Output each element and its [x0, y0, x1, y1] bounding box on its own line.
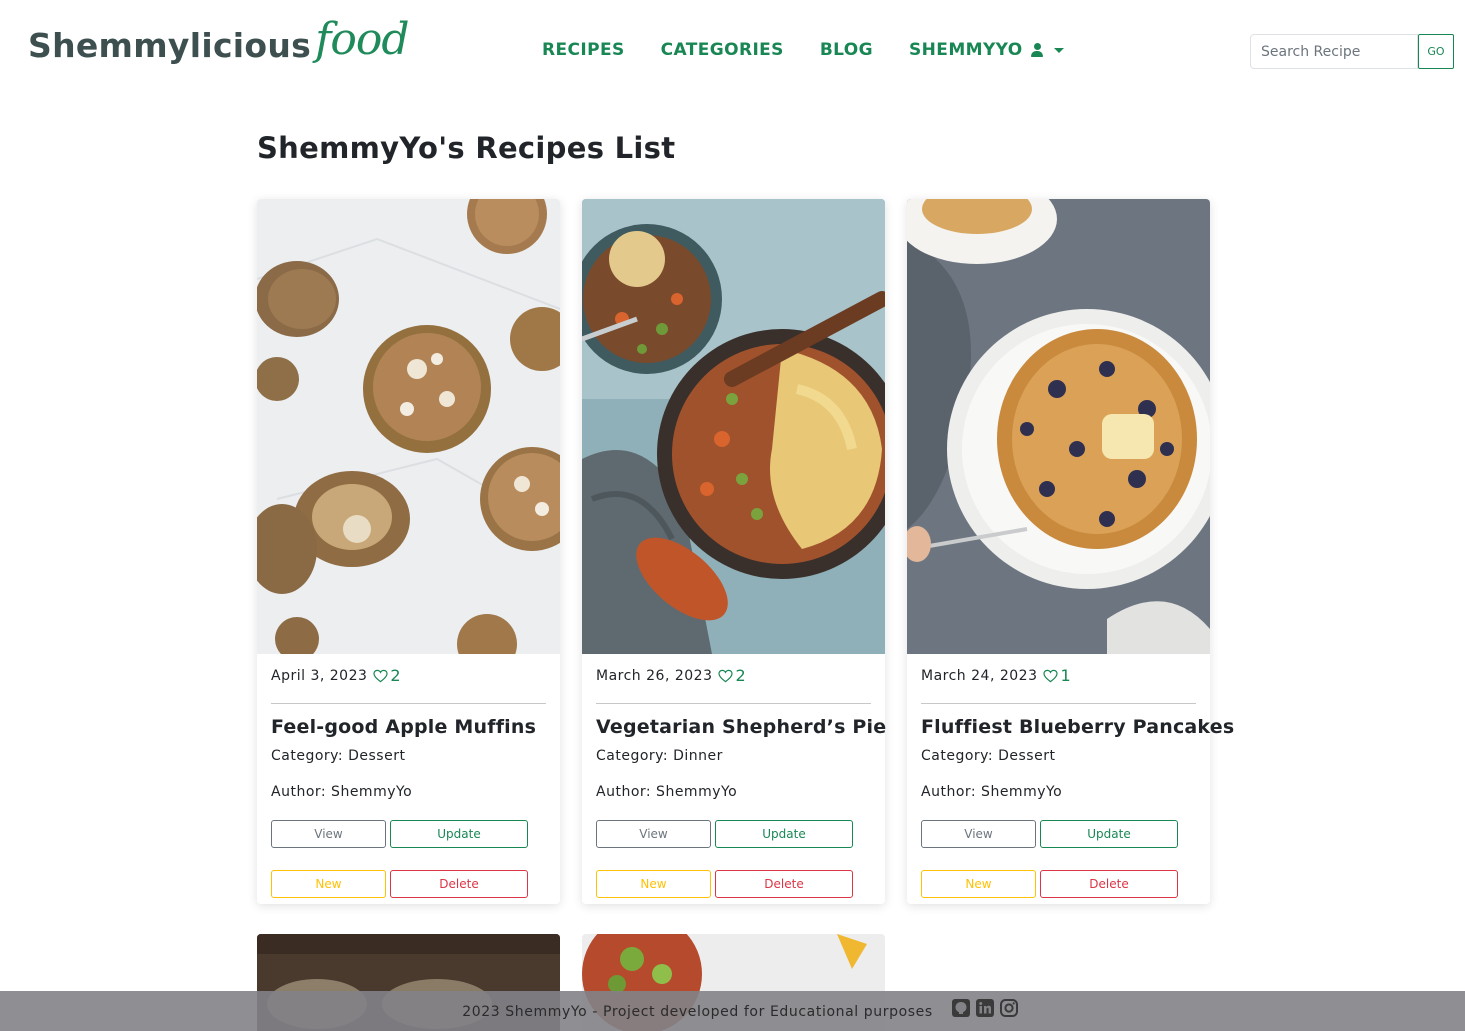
recipe-image-pancakes[interactable] — [907, 199, 1210, 654]
nav-categories[interactable]: CATEGORIES — [661, 40, 784, 60]
recipe-card: April 3, 2023 2 Feel-good Apple Muffins … — [257, 199, 560, 904]
brand-script: food — [315, 14, 409, 65]
update-button[interactable]: Update — [715, 820, 853, 848]
view-button[interactable]: View — [271, 820, 386, 848]
view-button[interactable]: View — [596, 820, 711, 848]
instagram-icon[interactable] — [999, 998, 1019, 1018]
recipe-title[interactable]: Vegetarian Shepherd’s Pie — [596, 716, 886, 738]
nav-user-dropdown[interactable]: SHEMMYYO — [909, 40, 1064, 60]
recipe-meta: March 24, 2023 1 — [921, 666, 1071, 685]
search-go-button[interactable]: GO — [1418, 34, 1454, 69]
page-title: ShemmyYo's Recipes List — [257, 131, 676, 165]
divider — [921, 703, 1196, 704]
search-input[interactable] — [1250, 34, 1418, 69]
heart-icon — [1043, 669, 1059, 682]
heart-icon — [373, 669, 389, 682]
delete-button[interactable]: Delete — [715, 870, 853, 898]
caret-down-icon — [1053, 47, 1064, 53]
view-button[interactable]: View — [921, 820, 1036, 848]
footer: 2023 ShemmyYo - Project developed for Ed… — [0, 991, 1465, 1031]
divider — [596, 703, 871, 704]
recipe-meta: March 26, 2023 2 — [596, 666, 746, 685]
likes[interactable]: 1 — [1043, 666, 1071, 685]
likes-count: 2 — [390, 666, 402, 685]
new-button[interactable]: New — [596, 870, 711, 898]
recipe-meta: April 3, 2023 2 — [271, 666, 401, 685]
recipe-title[interactable]: Feel-good Apple Muffins — [271, 716, 536, 738]
delete-button[interactable]: Delete — [390, 870, 528, 898]
new-button[interactable]: New — [921, 870, 1036, 898]
update-button[interactable]: Update — [1040, 820, 1178, 848]
likes-count: 1 — [1060, 666, 1072, 685]
nav-blog[interactable]: BLOG — [820, 40, 873, 60]
recipe-category: Category: Dessert — [271, 748, 406, 764]
recipe-category: Category: Dinner — [596, 748, 723, 764]
search-form: GO — [1250, 34, 1454, 69]
main-nav: RECIPES CATEGORIES BLOG SHEMMYYO — [542, 40, 1064, 60]
recipe-card: March 24, 2023 1 Fluffiest Blueberry Pan… — [907, 199, 1234, 904]
user-icon — [1030, 43, 1044, 57]
navbar: Shemmylicious food RECIPES CATEGORIES BL… — [0, 0, 1465, 100]
nav-recipes[interactable]: RECIPES — [542, 40, 625, 60]
recipe-date: March 24, 2023 — [921, 667, 1038, 684]
recipe-image-muffins[interactable] — [257, 199, 560, 654]
divider — [271, 703, 546, 704]
nav-user-label: SHEMMYYO — [909, 40, 1023, 60]
update-button[interactable]: Update — [390, 820, 528, 848]
likes[interactable]: 2 — [718, 666, 746, 685]
recipe-author: Author: ShemmyYo — [271, 784, 413, 800]
linkedin-icon[interactable] — [975, 998, 995, 1018]
brand-logo[interactable]: Shemmylicious food — [28, 10, 410, 86]
recipe-date: March 26, 2023 — [596, 667, 713, 684]
recipe-image-shepherds-pie[interactable] — [582, 199, 885, 654]
recipe-author: Author: ShemmyYo — [596, 784, 738, 800]
github-icon[interactable] — [951, 998, 971, 1018]
recipe-card: March 26, 2023 2 Vegetarian Shepherd’s P… — [582, 199, 886, 904]
recipe-title[interactable]: Fluffiest Blueberry Pancakes — [921, 716, 1234, 738]
footer-text: 2023 ShemmyYo - Project developed for Ed… — [462, 1004, 933, 1020]
recipe-author: Author: ShemmyYo — [921, 784, 1063, 800]
likes-count: 2 — [735, 666, 747, 685]
new-button[interactable]: New — [271, 870, 386, 898]
brand-name: Shemmylicious — [28, 26, 312, 65]
nav-categories-label: CATEGORIES — [660, 40, 784, 60]
heart-icon — [718, 669, 734, 682]
nav-blog-label: BLOG — [819, 40, 874, 60]
recipe-date: April 3, 2023 — [271, 667, 368, 684]
likes[interactable]: 2 — [373, 666, 401, 685]
delete-button[interactable]: Delete — [1040, 870, 1178, 898]
recipe-category: Category: Dessert — [921, 748, 1056, 764]
social-links — [951, 998, 1023, 1018]
nav-recipes-label: RECIPES — [542, 40, 625, 60]
